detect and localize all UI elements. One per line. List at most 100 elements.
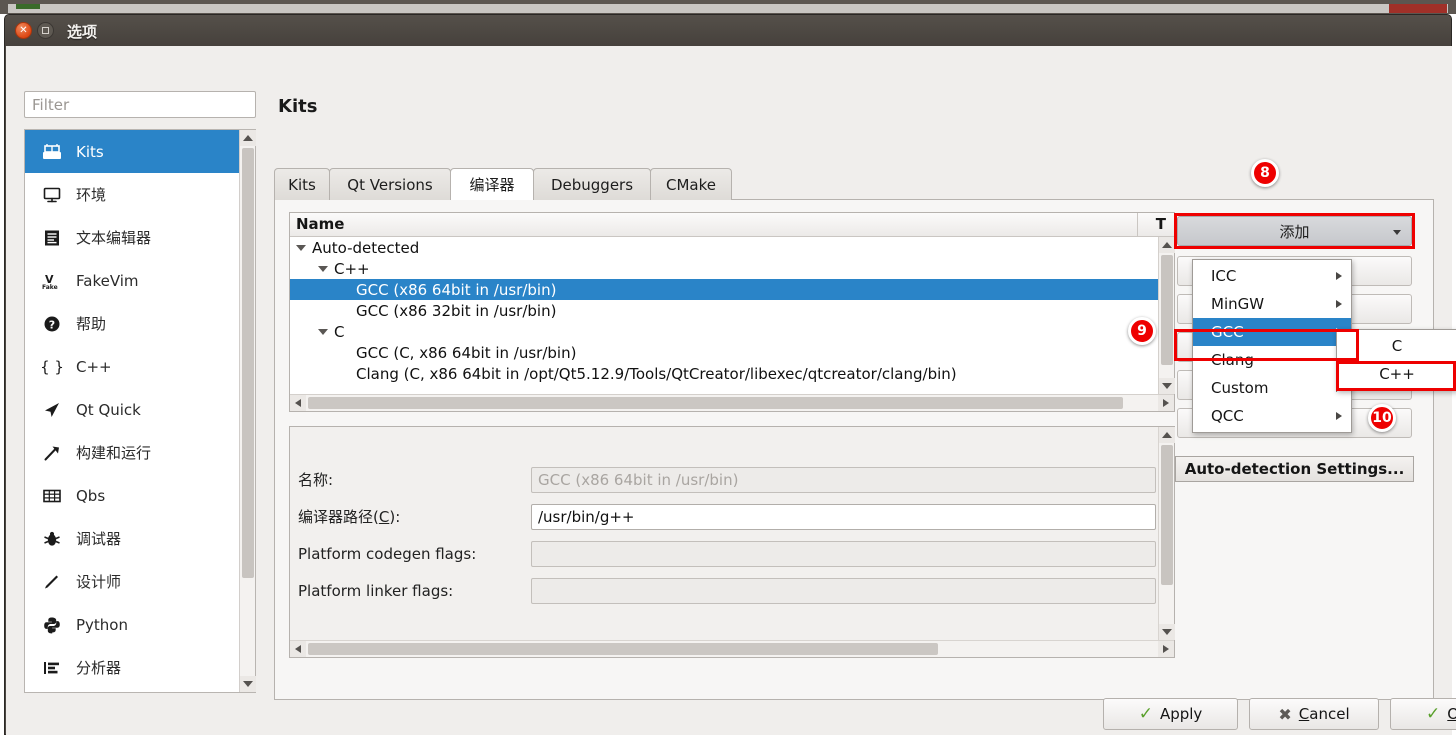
menu-item-custom[interactable]: Custom <box>1193 374 1351 402</box>
menu-item-label: QCC <box>1211 407 1244 425</box>
form-field-value: GCC (x86 64bit in /usr/bin) <box>538 471 738 489</box>
tab-编译器[interactable]: 编译器 <box>450 168 534 201</box>
sidebar-item-label: 文本编辑器 <box>76 227 151 248</box>
form-row: Platform linker flags: <box>298 572 1156 609</box>
sidebar-item-qbs[interactable]: Qbs <box>25 474 239 517</box>
form-field-input[interactable] <box>531 541 1156 567</box>
chevron-right-icon <box>1336 412 1342 420</box>
sidebar-item-fakevim[interactable]: VFakeFakeVim <box>25 259 239 302</box>
form-scroll-left-icon[interactable] <box>290 641 306 657</box>
background-toolbar <box>8 4 1448 13</box>
cross-icon: ✖ <box>1278 705 1291 724</box>
sidebar-item-[interactable]: 环境 <box>25 173 239 216</box>
sidebar-item-qt-quick[interactable]: Qt Quick <box>25 388 239 431</box>
ok-button[interactable]: ✓ OK <box>1390 698 1456 730</box>
tree-scroll-left-icon[interactable] <box>290 395 306 411</box>
table-row[interactable]: Auto-detected <box>290 237 1158 258</box>
table-row[interactable]: C++ <box>290 258 1158 279</box>
cancel-button[interactable]: ✖ Cancel <box>1249 698 1379 730</box>
form-scroll-up-icon[interactable] <box>1159 427 1175 443</box>
python-icon <box>39 614 65 636</box>
sidebar-item-[interactable]: 调试器 <box>25 517 239 560</box>
ok-button-label: OK <box>1447 705 1456 723</box>
tree-scroll-right-icon[interactable] <box>1158 395 1174 411</box>
sidebar-item-[interactable]: 构建和运行 <box>25 431 239 474</box>
sidebar-item-kits[interactable]: Kits <box>25 130 239 173</box>
tab-debuggers[interactable]: Debuggers <box>533 168 651 200</box>
qtquick-icon <box>39 399 65 421</box>
title-bar: ✕ 选项 <box>5 15 1451 46</box>
sidebar-item-[interactable]: 设计师 <box>25 560 239 603</box>
form-horizontal-scrollbar[interactable] <box>290 640 1174 657</box>
tab-cmake[interactable]: CMake <box>650 168 732 200</box>
tree-row-label: GCC (x86 64bit in /usr/bin) <box>356 281 556 299</box>
monitor-icon <box>39 184 65 206</box>
form-field-value: /usr/bin/g++ <box>538 508 635 526</box>
check-icon: ✓ <box>1139 704 1153 724</box>
chevron-down-icon[interactable] <box>296 245 306 251</box>
sidebar-scroll-up-icon[interactable] <box>240 130 256 146</box>
tab-label: CMake <box>666 176 716 194</box>
tree-row-label: Auto-detected <box>312 239 419 257</box>
table-row[interactable]: GCC (x86 64bit in /usr/bin) <box>290 279 1158 300</box>
apply-button[interactable]: ✓ Apply <box>1103 698 1238 730</box>
filter-input[interactable]: Filter <box>24 91 256 118</box>
sidebar-scroll-down-icon[interactable] <box>240 676 256 692</box>
table-row[interactable]: GCC (x86 32bit in /usr/bin) <box>290 300 1158 321</box>
check-icon: ✓ <box>1426 704 1440 724</box>
chevron-down-icon[interactable] <box>318 266 328 272</box>
add-button[interactable]: 添加 <box>1177 216 1412 246</box>
tree-row-label: GCC (C, x86 64bit in /usr/bin) <box>356 344 576 362</box>
form-vertical-scrollbar[interactable] <box>1158 427 1174 640</box>
sidebar-item-[interactable]: 分析器 <box>25 646 239 689</box>
compilers-tree[interactable]: Name T Auto-detectedC++ GCC (x86 64bit in… <box>289 212 1175 412</box>
menu-item-gcc[interactable]: GCC <box>1193 318 1351 346</box>
sidebar-item-python[interactable]: Python <box>25 603 239 646</box>
sidebar-item-[interactable]: ?帮助 <box>25 302 239 345</box>
table-row[interactable]: GCC (C, x86 64bit in /usr/bin) <box>290 342 1158 363</box>
form-field-input[interactable]: GCC (x86 64bit in /usr/bin) <box>531 467 1156 493</box>
auto-detection-settings-item[interactable]: Auto-detection Settings... <box>1175 456 1414 482</box>
table-row[interactable]: Clang (C, x86 64bit in /opt/Qt5.12.9/Too… <box>290 363 1158 384</box>
form-scroll-down-icon[interactable] <box>1159 624 1175 640</box>
tree-column-name: Name <box>296 215 344 233</box>
sidebar-item-c++[interactable]: { }C++ <box>25 345 239 388</box>
form-field-label: Platform codegen flags: <box>298 545 531 563</box>
hammer-icon <box>39 442 65 464</box>
chevron-right-icon <box>1336 272 1342 280</box>
submenu-item-cpp[interactable]: C++ <box>1337 360 1456 388</box>
tab-kits[interactable]: Kits <box>274 168 330 200</box>
maximize-icon[interactable] <box>37 22 54 39</box>
form-scroll-right-icon[interactable] <box>1158 641 1174 657</box>
form-row: 编译器路径(C):/usr/bin/g++ <box>298 498 1156 535</box>
form-field-input[interactable]: /usr/bin/g++ <box>531 504 1156 530</box>
sidebar-item-label: C++ <box>76 358 112 376</box>
table-row[interactable]: C <box>290 321 1158 342</box>
tree-hscroll-thumb[interactable] <box>308 397 1123 409</box>
screen: ✕ 选项 Filter Kits环境文本编辑器VFakeFakeVim?帮助{ … <box>0 0 1456 745</box>
sidebar-scrollbar[interactable] <box>239 130 255 692</box>
tree-scroll-down-icon[interactable] <box>1159 378 1175 394</box>
tree-scroll-up-icon[interactable] <box>1159 237 1175 253</box>
close-icon[interactable]: ✕ <box>15 22 32 39</box>
tab-qt-versions[interactable]: Qt Versions <box>329 168 451 200</box>
menu-item-icc[interactable]: ICC <box>1193 262 1351 290</box>
submenu-item-c[interactable]: C <box>1337 332 1456 360</box>
chevron-down-icon[interactable] <box>318 329 328 335</box>
tree-vertical-scrollbar[interactable] <box>1158 237 1174 394</box>
tree-scroll-thumb[interactable] <box>1161 255 1173 365</box>
menu-item-qcc[interactable]: QCC <box>1193 402 1351 430</box>
form-hscroll-thumb[interactable] <box>308 643 938 655</box>
menu-item-mingw[interactable]: MinGW <box>1193 290 1351 318</box>
tree-column-type: T <box>1156 215 1166 233</box>
tree-horizontal-scrollbar[interactable] <box>290 394 1174 411</box>
step-badge-8: 8 <box>1251 159 1279 187</box>
badge-number: 10 <box>1372 410 1391 426</box>
sidebar-scroll-thumb[interactable] <box>242 148 254 578</box>
gcc-submenu: CC++ <box>1336 329 1456 391</box>
sidebar-item-[interactable]: 文本编辑器 <box>25 216 239 259</box>
form-scroll-thumb[interactable] <box>1161 445 1173 585</box>
menu-item-clang[interactable]: Clang <box>1193 346 1351 374</box>
tab-label: 编译器 <box>469 174 514 195</box>
form-field-input[interactable] <box>531 578 1156 604</box>
